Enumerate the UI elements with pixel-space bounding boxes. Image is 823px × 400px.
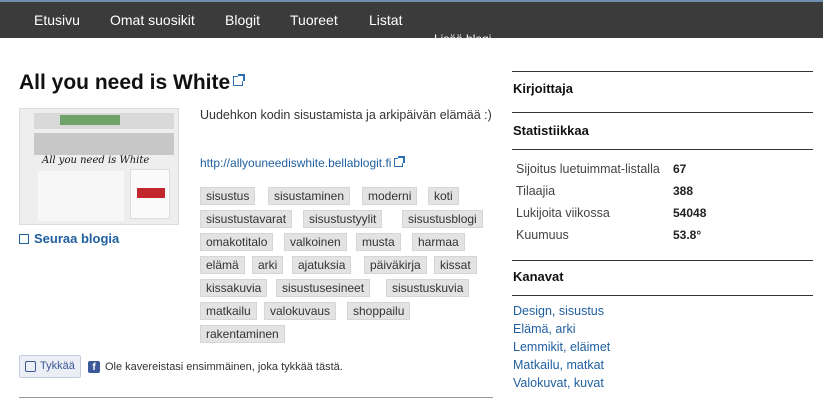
tag-item[interactable]: sisustustavarat [200, 210, 293, 228]
stat-value: 53.8° [673, 228, 702, 242]
thumbnail-title: All you need is White [42, 155, 150, 166]
statistics-heading: Statistiikkaa [513, 123, 589, 138]
thumbnail-red-badge [137, 188, 165, 198]
facebook-icon: f [88, 361, 100, 373]
nav-blogit[interactable]: Blogit [225, 12, 260, 28]
tag-item[interactable]: rakentaminen [200, 325, 285, 343]
external-link-icon[interactable] [233, 74, 246, 86]
channels-heading: Kanavat [513, 269, 564, 284]
tag-item[interactable]: ajatuksia [292, 256, 352, 274]
tag-item[interactable]: sisustaminen [268, 187, 351, 205]
thumbnail-sidebar [130, 169, 170, 219]
tag-item[interactable]: valokuvaus [264, 302, 337, 320]
tag-item[interactable]: omakotitalo [200, 233, 274, 251]
tag-item[interactable]: harmaa [412, 233, 465, 251]
tag-item[interactable]: sisustus [200, 187, 256, 205]
thumbs-up-icon [25, 361, 36, 372]
channel-link[interactable]: Matkailu, matkat [513, 358, 604, 372]
nav-lisaa-blogi[interactable]: Lisää blogi [434, 32, 491, 40]
stat-label: Lukijoita viikossa [516, 206, 610, 220]
nav-omat-suosikit[interactable]: Omat suosikit [110, 12, 195, 28]
blog-title-text[interactable]: All you need is White [19, 71, 230, 94]
nav-tuoreet[interactable]: Tuoreet [290, 12, 338, 28]
divider [512, 149, 813, 150]
divider [512, 71, 813, 72]
stat-value: 388 [673, 184, 694, 198]
divider [19, 397, 493, 398]
channel-link[interactable]: Valokuvat, kuvat [513, 376, 604, 390]
divider [512, 295, 813, 296]
tag-item[interactable]: shoppailu [347, 302, 411, 320]
tag-item[interactable]: sisustusblogi [402, 210, 483, 228]
channel-link[interactable]: Elämä, arki [513, 322, 576, 336]
tag-item[interactable]: valkoinen [284, 233, 347, 251]
tag-item[interactable]: elämä [200, 256, 245, 274]
like-button[interactable]: Tykkää [19, 355, 81, 378]
channel-link[interactable]: Lemmikit, eläimet [513, 340, 610, 354]
blog-thumbnail[interactable]: All you need is White [19, 108, 179, 225]
thumbnail-banner [60, 115, 120, 125]
tag-item[interactable]: sisustusesineet [276, 279, 371, 297]
divider [512, 260, 813, 261]
tag-item[interactable]: koti [428, 187, 459, 205]
tag-item[interactable]: kissakuvia [200, 279, 268, 297]
follow-blog-link[interactable]: Seuraa blogia [19, 231, 119, 246]
facebook-friends-text: Ole kavereistasi ensimmäinen, joka tykkä… [105, 361, 343, 373]
tag-item[interactable]: matkailu [200, 302, 257, 320]
divider [512, 112, 813, 113]
checkbox-icon [19, 234, 29, 244]
stat-value: 54048 [673, 206, 707, 220]
tag-item[interactable]: moderni [362, 187, 418, 205]
stat-label: Sijoitus luetuimmat-listalla [516, 162, 660, 176]
follow-label: Seuraa blogia [34, 231, 120, 246]
blog-url-link[interactable]: http://allyouneediswhite.bellablogit.fi [200, 156, 406, 170]
stat-label: Kuumuus [516, 228, 569, 242]
top-navigation: Etusivu Omat suosikit Blogit Tuoreet Lis… [0, 0, 823, 40]
thumbnail-body [38, 171, 124, 221]
tag-item[interactable]: arki [252, 256, 284, 274]
nav-listat[interactable]: Listat [369, 12, 402, 28]
tag-item[interactable]: päiväkirja [364, 256, 427, 274]
tag-item[interactable]: kissat [434, 256, 477, 274]
tag-item[interactable]: sisustustyylit [303, 210, 383, 228]
tag-item[interactable]: sisustuskuvia [386, 279, 470, 297]
stat-value: 67 [673, 162, 687, 176]
thumbnail-photo-strip [34, 133, 174, 155]
blog-description: Uudehkon kodin sisustamista ja arkipäivä… [200, 108, 492, 122]
external-link-icon [394, 156, 406, 167]
nav-etusivu[interactable]: Etusivu [34, 12, 80, 28]
tag-item[interactable]: musta [356, 233, 401, 251]
channel-link[interactable]: Design, sisustus [513, 304, 604, 318]
blog-title: All you need is White [19, 71, 246, 95]
like-label: Tykkää [40, 360, 75, 372]
author-heading: Kirjoittaja [513, 81, 573, 96]
blog-url-text: http://allyouneediswhite.bellablogit.fi [200, 156, 392, 170]
stat-label: Tilaajia [516, 184, 556, 198]
